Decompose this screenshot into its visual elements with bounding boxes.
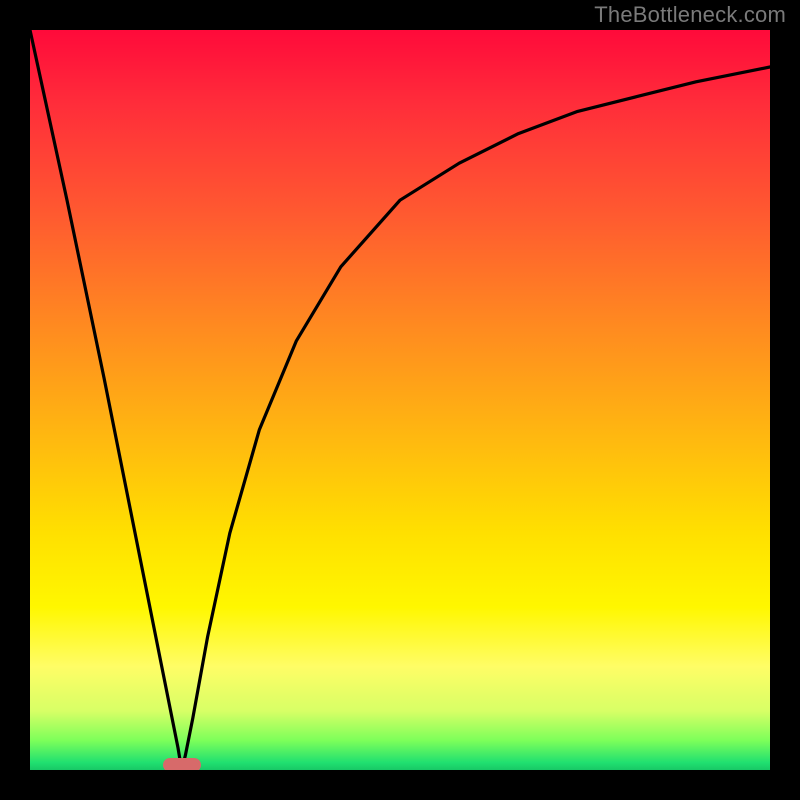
min-marker xyxy=(163,758,201,770)
curve-path xyxy=(30,30,770,770)
plot-area xyxy=(30,30,770,770)
frame: TheBottleneck.com xyxy=(0,0,800,800)
watermark-text: TheBottleneck.com xyxy=(594,2,786,28)
bottleneck-curve xyxy=(30,30,770,770)
